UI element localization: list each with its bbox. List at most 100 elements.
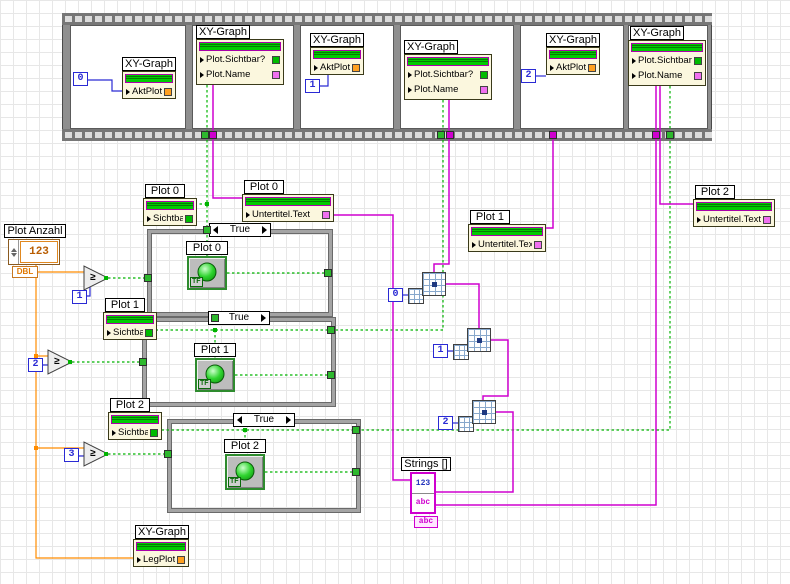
wire-subtitle0-strings[interactable]: [334, 214, 410, 481]
index-constant[interactable]: 2: [438, 416, 453, 430]
property-item[interactable]: Plot.Name: [198, 67, 282, 82]
boolean-led-plot2[interactable]: TF: [225, 454, 265, 490]
xy-graph-label[interactable]: XY-Graph: [135, 525, 189, 539]
property-node-plot-read-2[interactable]: Plot.Sichtbar? Plot.Name: [404, 54, 492, 100]
xy-graph-label[interactable]: XY-Graph: [310, 33, 364, 47]
xy-graph-label[interactable]: XY-Graph: [630, 26, 684, 40]
boolean-led-plot1[interactable]: TF: [195, 358, 235, 392]
property-node-legplots[interactable]: LegPlots: [133, 539, 189, 567]
tunnel[interactable]: [327, 371, 335, 379]
cmp2-output-terminal[interactable]: [68, 360, 72, 364]
xy-graph-label[interactable]: XY-Graph: [196, 25, 250, 39]
strings-array-label[interactable]: Strings []: [401, 457, 451, 471]
case-selector-value[interactable]: True: [229, 312, 249, 324]
xy-graph-label[interactable]: XY-Graph: [404, 40, 458, 54]
property-node-plot0-untertitel[interactable]: Untertitel.Text: [242, 194, 334, 222]
numeric-control-plot-anzahl[interactable]: 123: [8, 239, 60, 265]
property-item[interactable]: Sichtbar: [105, 325, 155, 340]
wire-const1-aktplot[interactable]: [320, 75, 329, 87]
case-selector-3[interactable]: True: [233, 413, 295, 427]
case-selector-value[interactable]: True: [230, 224, 250, 236]
numeric-constant[interactable]: 2: [521, 69, 536, 83]
tunnel[interactable]: [652, 131, 660, 139]
numeric-constant[interactable]: 2: [28, 358, 43, 372]
wire-junction[interactable]: [34, 446, 38, 450]
wire-junction[interactable]: [205, 202, 209, 206]
wire-junction[interactable]: [243, 428, 247, 432]
next-case-icon[interactable]: [261, 226, 267, 234]
property-node-aktplot-1[interactable]: AktPlot: [122, 71, 176, 99]
tunnel[interactable]: [446, 131, 454, 139]
property-item[interactable]: Sichtbar: [145, 211, 195, 226]
wire-junction[interactable]: [213, 328, 217, 332]
plot2-label[interactable]: Plot 2: [110, 398, 150, 412]
boolean-led-plot0[interactable]: TF: [187, 256, 227, 290]
tunnel[interactable]: [201, 131, 209, 139]
numeric-constant[interactable]: 1: [72, 290, 87, 304]
tunnel[interactable]: [203, 226, 211, 234]
led-plot1-label[interactable]: Plot 1: [194, 343, 236, 357]
case-selector-terminal[interactable]: [144, 274, 152, 282]
tunnel[interactable]: [211, 314, 219, 322]
property-node-plot1-sichtbar[interactable]: Sichtbar: [103, 312, 157, 340]
wire-name1-subtitle[interactable]: [546, 137, 554, 229]
wire-sichtbar2[interactable]: [162, 86, 671, 431]
case-selector-terminal[interactable]: [164, 450, 172, 458]
property-item[interactable]: LegPlots: [135, 552, 187, 567]
wire-name2-subtitle[interactable]: [659, 86, 693, 205]
property-item[interactable]: AktPlot: [124, 84, 174, 99]
property-item[interactable]: Plot.Sichtbar?: [630, 53, 704, 68]
index-constant[interactable]: 0: [388, 288, 403, 302]
wire-array1-array2[interactable]: [446, 283, 480, 328]
property-item[interactable]: Plot.Sichtbar?: [198, 52, 282, 67]
property-item[interactable]: AktPlot: [548, 60, 598, 75]
next-case-icon[interactable]: [260, 314, 266, 322]
replace-array-subset-node-3[interactable]: [472, 400, 496, 424]
replace-array-subset-node-1[interactable]: [422, 272, 446, 296]
plot0-label[interactable]: Plot 0: [145, 184, 185, 198]
property-node-plot1-untertitel[interactable]: Untertitel.Text: [468, 224, 546, 252]
tunnel[interactable]: [666, 131, 674, 139]
replace-array-subset-node-2[interactable]: [467, 328, 491, 352]
led-plot2-label[interactable]: Plot 2: [224, 439, 266, 453]
property-node-plot2-untertitel[interactable]: Untertitel.Text: [693, 199, 775, 227]
property-item[interactable]: Plot.Name: [406, 82, 490, 97]
tunnel[interactable]: [352, 468, 360, 476]
property-node-plot0-sichtbar[interactable]: Sichtbar: [143, 198, 197, 226]
case-selector-value[interactable]: True: [254, 414, 274, 426]
property-node-plot-read-1[interactable]: Plot.Sichtbar? Plot.Name: [196, 39, 284, 85]
property-item[interactable]: Untertitel.Text: [470, 237, 544, 252]
property-node-aktplot-3[interactable]: AktPlot: [546, 47, 600, 75]
tunnel[interactable]: [437, 131, 445, 139]
wire-name2-strings[interactable]: [436, 86, 657, 506]
increment-decrement-icon[interactable]: [9, 240, 19, 264]
numeric-constant[interactable]: 3: [64, 448, 79, 462]
led-plot0-label[interactable]: Plot 0: [186, 241, 228, 255]
tunnel[interactable]: [549, 131, 557, 139]
wire-name1-array[interactable]: [433, 100, 450, 272]
xy-graph-label[interactable]: XY-Graph: [546, 33, 600, 47]
xy-graph-label[interactable]: XY-Graph: [122, 57, 176, 71]
case-selector-1[interactable]: True: [209, 223, 271, 237]
tunnel[interactable]: [352, 426, 360, 434]
plot2-label[interactable]: Plot 2: [695, 185, 735, 199]
index-constant[interactable]: 1: [433, 344, 448, 358]
plot-anzahl-label[interactable]: Plot Anzahl: [4, 224, 66, 238]
case-selector-terminal[interactable]: [139, 358, 147, 366]
strings-array-node[interactable]: 123 abc: [410, 472, 436, 514]
cmp3-output-terminal[interactable]: [104, 452, 108, 456]
plot1-label[interactable]: Plot 1: [470, 210, 510, 224]
property-item[interactable]: AktPlot: [312, 60, 362, 75]
tunnel[interactable]: [324, 269, 332, 277]
next-case-icon[interactable]: [285, 416, 291, 424]
property-item[interactable]: Untertitel.Text: [244, 207, 332, 222]
prev-case-icon[interactable]: [213, 226, 218, 234]
tunnel[interactable]: [327, 326, 335, 334]
wire-name0-subtitle[interactable]: [212, 85, 242, 199]
plot1-label[interactable]: Plot 1: [105, 298, 145, 312]
numeric-constant[interactable]: 1: [305, 79, 320, 93]
property-node-plot2-sichtbar[interactable]: Sichtbar: [108, 412, 162, 440]
prev-case-icon[interactable]: [237, 416, 242, 424]
numeric-constant[interactable]: 0: [73, 72, 88, 86]
property-node-aktplot-2[interactable]: AktPlot: [310, 47, 364, 75]
